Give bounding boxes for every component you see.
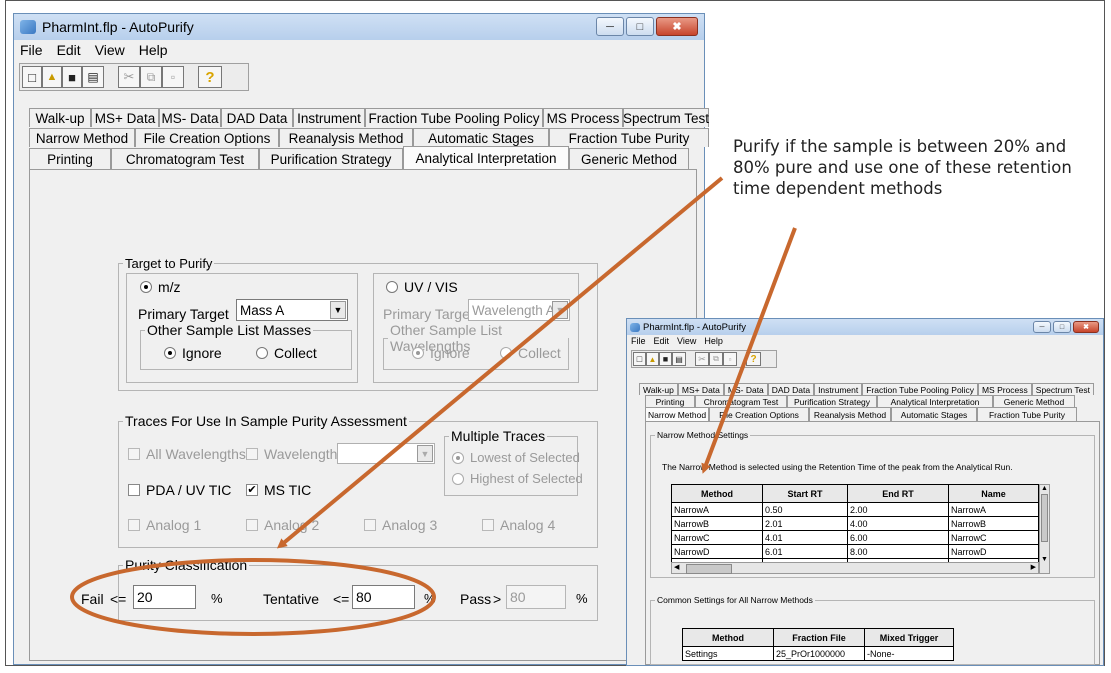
annotation-overlay (70, 176, 797, 636)
purity-highlight-ellipse (70, 558, 436, 636)
arrow-to-narrow-method-table (701, 227, 797, 474)
arrow-to-purity-classification (276, 176, 724, 549)
